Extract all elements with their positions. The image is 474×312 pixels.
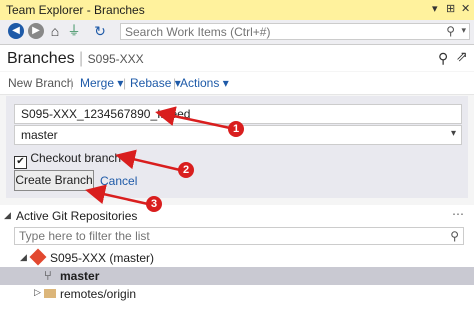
repo-row[interactable]: ◢ S095-XXX (master) <box>0 248 474 267</box>
actions-label: Actions <box>180 76 220 90</box>
active-repos-section: ◢ Active Git Repositories ⋯ ⚲ ◢ S095-XXX… <box>0 205 474 312</box>
branch-icon: ⑂ <box>44 268 52 283</box>
collapse-icon[interactable]: ◢ <box>4 210 11 221</box>
filter-input[interactable] <box>15 228 443 244</box>
window-title: Team Explorer - Branches <box>6 3 145 17</box>
branch-row-selected[interactable]: ⑂ master <box>0 267 474 285</box>
git-repo-icon <box>29 248 47 266</box>
pin-icon[interactable]: ⊞ <box>446 2 455 15</box>
search-input[interactable] <box>121 24 449 40</box>
new-branch-panel: S095-XXX_1234567890_Infeed master ▾ ✔ Ch… <box>6 96 468 198</box>
home-icon[interactable]: ⌂ <box>47 23 63 39</box>
chevron-down-icon: ▾ <box>222 76 229 90</box>
new-branch-link[interactable]: New Branch <box>8 76 73 90</box>
remote-label: remotes/origin <box>60 287 137 301</box>
branch-label: master <box>60 269 100 283</box>
merge-label: Merge <box>80 76 115 90</box>
expand-right-icon[interactable]: ▷ <box>34 287 41 298</box>
merge-link[interactable]: Merge ▾ <box>80 76 123 90</box>
toolbar: ◀ ▶ ⌂ ⏚ ↻ ⚲ ▾ <box>0 20 474 45</box>
base-branch-value: master <box>21 128 58 142</box>
more-icon[interactable]: ⋯ <box>452 207 464 221</box>
folder-icon <box>44 289 56 298</box>
action-separator: | <box>173 76 177 90</box>
page-title-text: Branches <box>7 50 75 67</box>
actions-link[interactable]: Actions ▾ <box>180 76 229 90</box>
remote-row[interactable]: ▷ remotes/origin <box>0 285 474 303</box>
checkbox-check-icon[interactable]: ✔ <box>14 156 27 169</box>
annotation-badge-3: 3 <box>146 196 162 212</box>
chevron-down-icon: ▾ <box>450 128 456 139</box>
action-separator: | <box>123 76 127 90</box>
expand-icon[interactable]: ◢ <box>20 252 27 263</box>
cancel-link[interactable]: Cancel <box>100 174 137 188</box>
action-separator: | <box>70 76 74 90</box>
forward-icon[interactable]: ▶ <box>28 23 44 39</box>
refresh-icon[interactable]: ↻ <box>92 23 108 39</box>
window-menu-icon[interactable]: ▾ <box>432 2 438 15</box>
chevron-down-icon[interactable]: ▾ <box>461 25 466 36</box>
title-separator: | <box>79 50 84 67</box>
checkout-branch-label: Checkout branch <box>30 151 122 165</box>
action-bar: New Branch | Merge ▾ | Rebase ▾ | Action… <box>0 72 474 95</box>
annotation-badge-2: 2 <box>178 162 194 178</box>
search-box[interactable]: ⚲ ▾ <box>120 23 470 40</box>
back-icon[interactable]: ◀ <box>8 23 24 39</box>
checkout-branch-checkbox[interactable]: ✔ Checkout branch <box>14 151 121 169</box>
title-bar: Team Explorer - Branches ▾ ⊞ ✕ <box>0 0 474 21</box>
annotation-badge-1: 1 <box>228 121 244 137</box>
search-icon[interactable]: ⚲ <box>450 229 459 243</box>
repo-subtitle: S095-XXX <box>87 52 144 66</box>
close-icon[interactable]: ✕ <box>461 2 470 15</box>
filter-box[interactable]: ⚲ <box>14 227 464 245</box>
search-icon[interactable]: ⚲ <box>446 24 455 38</box>
rebase-label: Rebase <box>130 76 172 90</box>
page-title: Branches | S095-XXX <box>7 50 144 68</box>
popout-icon[interactable]: ⇗ <box>456 48 468 65</box>
plug-icon[interactable]: ⏚ <box>66 23 82 39</box>
repo-label: S095-XXX (master) <box>50 251 155 265</box>
create-branch-button[interactable]: Create Branch <box>14 170 94 191</box>
person-icon[interactable]: ⚲ <box>438 50 448 67</box>
page-header: Branches | S095-XXX ⚲ ⇗ <box>0 45 474 71</box>
section-title: Active Git Repositories <box>16 209 138 223</box>
